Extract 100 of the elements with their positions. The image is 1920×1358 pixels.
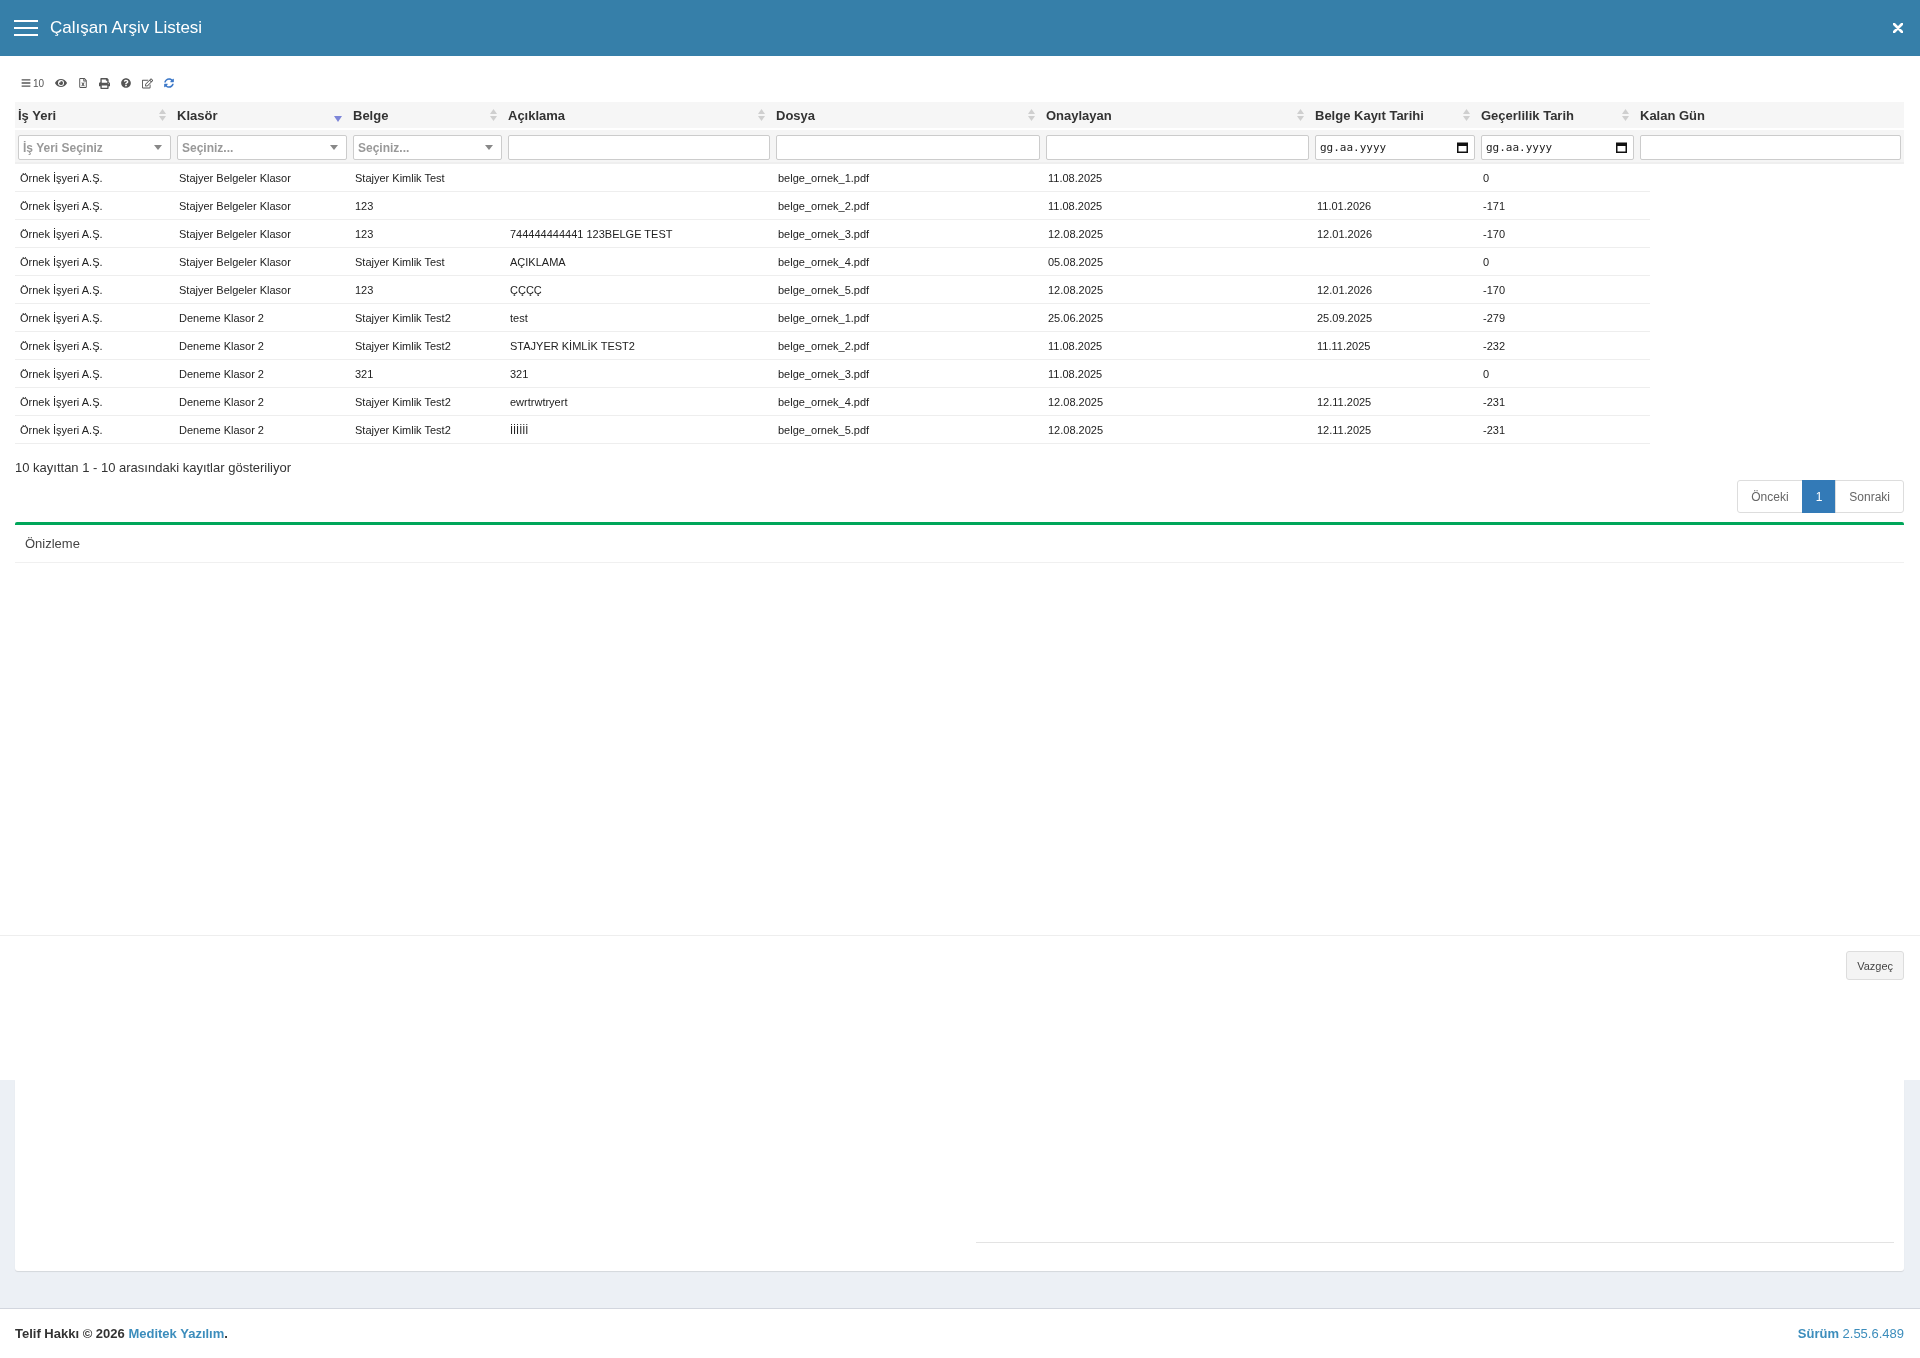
table-cell-text: Örnek İşyeri A.Ş. [19, 339, 104, 352]
table-cell-text: 321 [509, 367, 530, 380]
sort-icon [490, 109, 497, 121]
table-cell-text: -231 [1482, 423, 1507, 436]
table-cell-text: -170 [1482, 227, 1507, 240]
column-header[interactable]: Belge [350, 102, 505, 128]
date-field[interactable]: gg.aa.yyyy [1481, 135, 1634, 160]
cancel-button[interactable]: Vazgeç [1846, 951, 1904, 980]
table-cell-text: 0 [1482, 171, 1491, 184]
table-cell-text: Stajyer Kimlik Test2 [354, 395, 452, 408]
table-cell-text: 11.08.2025 [1047, 199, 1104, 212]
column-header[interactable]: İş Yeri [15, 102, 174, 128]
sort-icon [159, 109, 166, 121]
version-text: Sürüm 2.55.6.489 [1797, 1326, 1904, 1341]
table-cell-text: belge_ornek_5.pdf [777, 283, 871, 296]
table-cell-text: Stajyer Belgeler Klasor [178, 171, 292, 184]
column-header[interactable]: Dosya [773, 102, 1043, 128]
table-cell-text: Örnek İşyeri A.Ş. [19, 199, 104, 212]
table-cell-text: belge_ornek_2.pdf [777, 199, 871, 212]
table-cell-text: 12.08.2025 [1047, 227, 1105, 240]
table-cell-text: Stajyer Belgeler Klasor [178, 227, 292, 240]
window-title: Çalışan Arşiv Listesi [50, 18, 203, 38]
table-cell-text: belge_ornek_4.pdf [777, 255, 871, 268]
menu-icon[interactable] [14, 20, 38, 36]
table-cell-text: 12.01.2026 [1316, 283, 1374, 296]
caret-icon [154, 145, 162, 150]
edit-icon[interactable] [142, 77, 154, 89]
table-cell-text: 12.08.2025 [1047, 283, 1105, 296]
table-cell-text: belge_ornek_1.pdf [777, 171, 871, 184]
table-cell-text: 744444444441 123BELGE TEST [509, 227, 674, 240]
print-icon[interactable] [99, 77, 111, 89]
table-cell-text: 123 [354, 199, 375, 212]
filter-input[interactable] [1640, 135, 1901, 160]
table-cell-text: Örnek İşyeri A.Ş. [19, 395, 104, 408]
table-cell-text: Deneme Klasor 2 [178, 311, 265, 324]
caret-icon [330, 145, 338, 150]
sort-icon [1622, 109, 1629, 121]
table-cell-text: Örnek İşyeri A.Ş. [19, 255, 104, 268]
table-cell-text: 0 [1482, 367, 1491, 380]
table-cell-text: Stajyer Kimlik Test2 [354, 339, 452, 352]
table-cell-text: Deneme Klasor 2 [178, 423, 265, 436]
table-cell-text: 11.08.2025 [1047, 171, 1104, 184]
list-icon [21, 78, 31, 88]
filter-input[interactable] [1046, 135, 1309, 160]
sort-icon [758, 109, 765, 121]
table-info-text: 10 kayıttan 1 - 10 arasındaki kayıtlar gösteriliyor [15, 459, 292, 477]
table-cell-text: Örnek İşyeri A.Ş. [19, 283, 104, 296]
table-cell-text: 11.08.2025 [1047, 367, 1104, 380]
help-icon[interactable] [121, 78, 132, 88]
table-cell-text: Stajyer Kimlik Test2 [354, 311, 452, 324]
table-cell-text: 0 [1482, 255, 1491, 268]
table-cell-text: ewrtrwtryert [509, 395, 569, 408]
column-header[interactable]: Klasör [174, 102, 350, 128]
caret-icon [485, 145, 493, 150]
table-cell-text: 123 [354, 283, 375, 296]
table-cell-text: 12.08.2025 [1047, 423, 1105, 436]
table-cell-text: belge_ornek_5.pdf [777, 423, 871, 436]
table-cell-text: 11.01.2026 [1316, 199, 1373, 212]
table-cell-text: STAJYER KİMLİK TEST2 [509, 339, 636, 352]
calendar-icon [1616, 142, 1627, 153]
sort-icon [334, 115, 342, 122]
column-header[interactable]: Geçerlilik Tarih [1478, 102, 1637, 128]
table-cell-text: Stajyer Kimlik Test2 [354, 423, 452, 436]
table-cell-text: Deneme Klasor 2 [178, 339, 265, 352]
table-cell-text: Örnek İşyeri A.Ş. [19, 423, 104, 436]
table-cell-text: belge_ornek_1.pdf [777, 311, 871, 324]
table-cell-text: test [509, 311, 529, 324]
table-cell-text: Stajyer Kimlik Test [354, 171, 446, 184]
table-cell-text: Stajyer Belgeler Klasor [178, 283, 292, 296]
close-icon[interactable] [1893, 23, 1903, 33]
column-header[interactable]: Belge Kayıt Tarihi [1312, 102, 1478, 128]
eye-icon[interactable] [55, 77, 68, 89]
table-cell-text: belge_ornek_2.pdf [777, 339, 871, 352]
table-cell-text: Deneme Klasor 2 [178, 395, 265, 408]
table-cell-text: AÇIKLAMA [509, 255, 567, 268]
copyright-text: Telif Hakkı © 2026 Meditek Yazılım. [15, 1326, 228, 1341]
table-cell-text: 12.11.2025 [1316, 423, 1373, 436]
sort-icon [1028, 109, 1035, 121]
pagination-button[interactable]: Sonraki [1835, 480, 1904, 513]
table-cell-text: belge_ornek_3.pdf [777, 227, 871, 240]
table-cell-text: belge_ornek_4.pdf [777, 395, 871, 408]
table-cell-text: 321 [354, 367, 375, 380]
table-cell-text: Örnek İşyeri A.Ş. [19, 171, 104, 184]
table-cell-text: Stajyer Kimlik Test [354, 255, 446, 268]
table-cell-text: 11.08.2025 [1047, 339, 1104, 352]
table-cell-text: 05.08.2025 [1047, 255, 1105, 268]
table-cell-text: ÇÇÇÇ [509, 283, 543, 296]
spreadsheet-file-icon[interactable] [78, 78, 89, 88]
table-cell-text: 12.08.2025 [1047, 395, 1105, 408]
column-header[interactable]: Onaylayan [1043, 102, 1312, 128]
column-header[interactable]: Açıklama [505, 102, 773, 128]
filter-input[interactable] [508, 135, 770, 160]
page-length-button[interactable]: 10 [21, 77, 45, 89]
pagination-button[interactable]: Önceki [1737, 480, 1803, 513]
column-header[interactable]: Kalan Gün [1637, 102, 1904, 128]
table-cell-text: 12.11.2025 [1316, 395, 1373, 408]
table-cell-text: Örnek İşyeri A.Ş. [19, 311, 104, 324]
filter-input[interactable] [776, 135, 1040, 160]
refresh-icon[interactable] [164, 78, 175, 88]
date-field[interactable]: gg.aa.yyyy [1315, 135, 1475, 160]
